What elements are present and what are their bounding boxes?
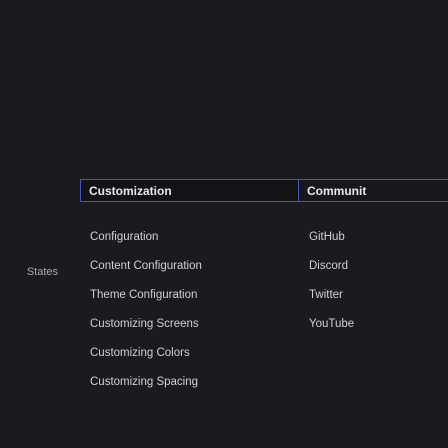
- link-theme-configuration[interactable]: Theme Configuration: [90, 288, 197, 302]
- link-youtube[interactable]: YouTube: [309, 317, 354, 331]
- link-configuration[interactable]: Configuration: [90, 230, 158, 244]
- customization-heading: Customization: [80, 179, 299, 202]
- link-discord[interactable]: Discord: [309, 259, 348, 273]
- community-heading: Communit: [298, 179, 448, 202]
- customization-heading-label: Customization: [89, 183, 172, 198]
- link-customizing-colors[interactable]: Customizing Colors: [90, 346, 190, 360]
- left-column: States: [0, 0, 70, 448]
- link-content-configuration[interactable]: Content Configuration: [90, 259, 202, 273]
- link-customizing-screens[interactable]: Customizing Screens: [90, 317, 199, 331]
- link-twitter[interactable]: Twitter: [309, 288, 343, 302]
- link-customizing-spacing[interactable]: Customizing Spacing: [90, 375, 198, 389]
- link-github[interactable]: GitHub: [309, 230, 345, 244]
- community-heading-label: Communit: [307, 183, 367, 198]
- left-link-states[interactable]: States: [27, 266, 58, 278]
